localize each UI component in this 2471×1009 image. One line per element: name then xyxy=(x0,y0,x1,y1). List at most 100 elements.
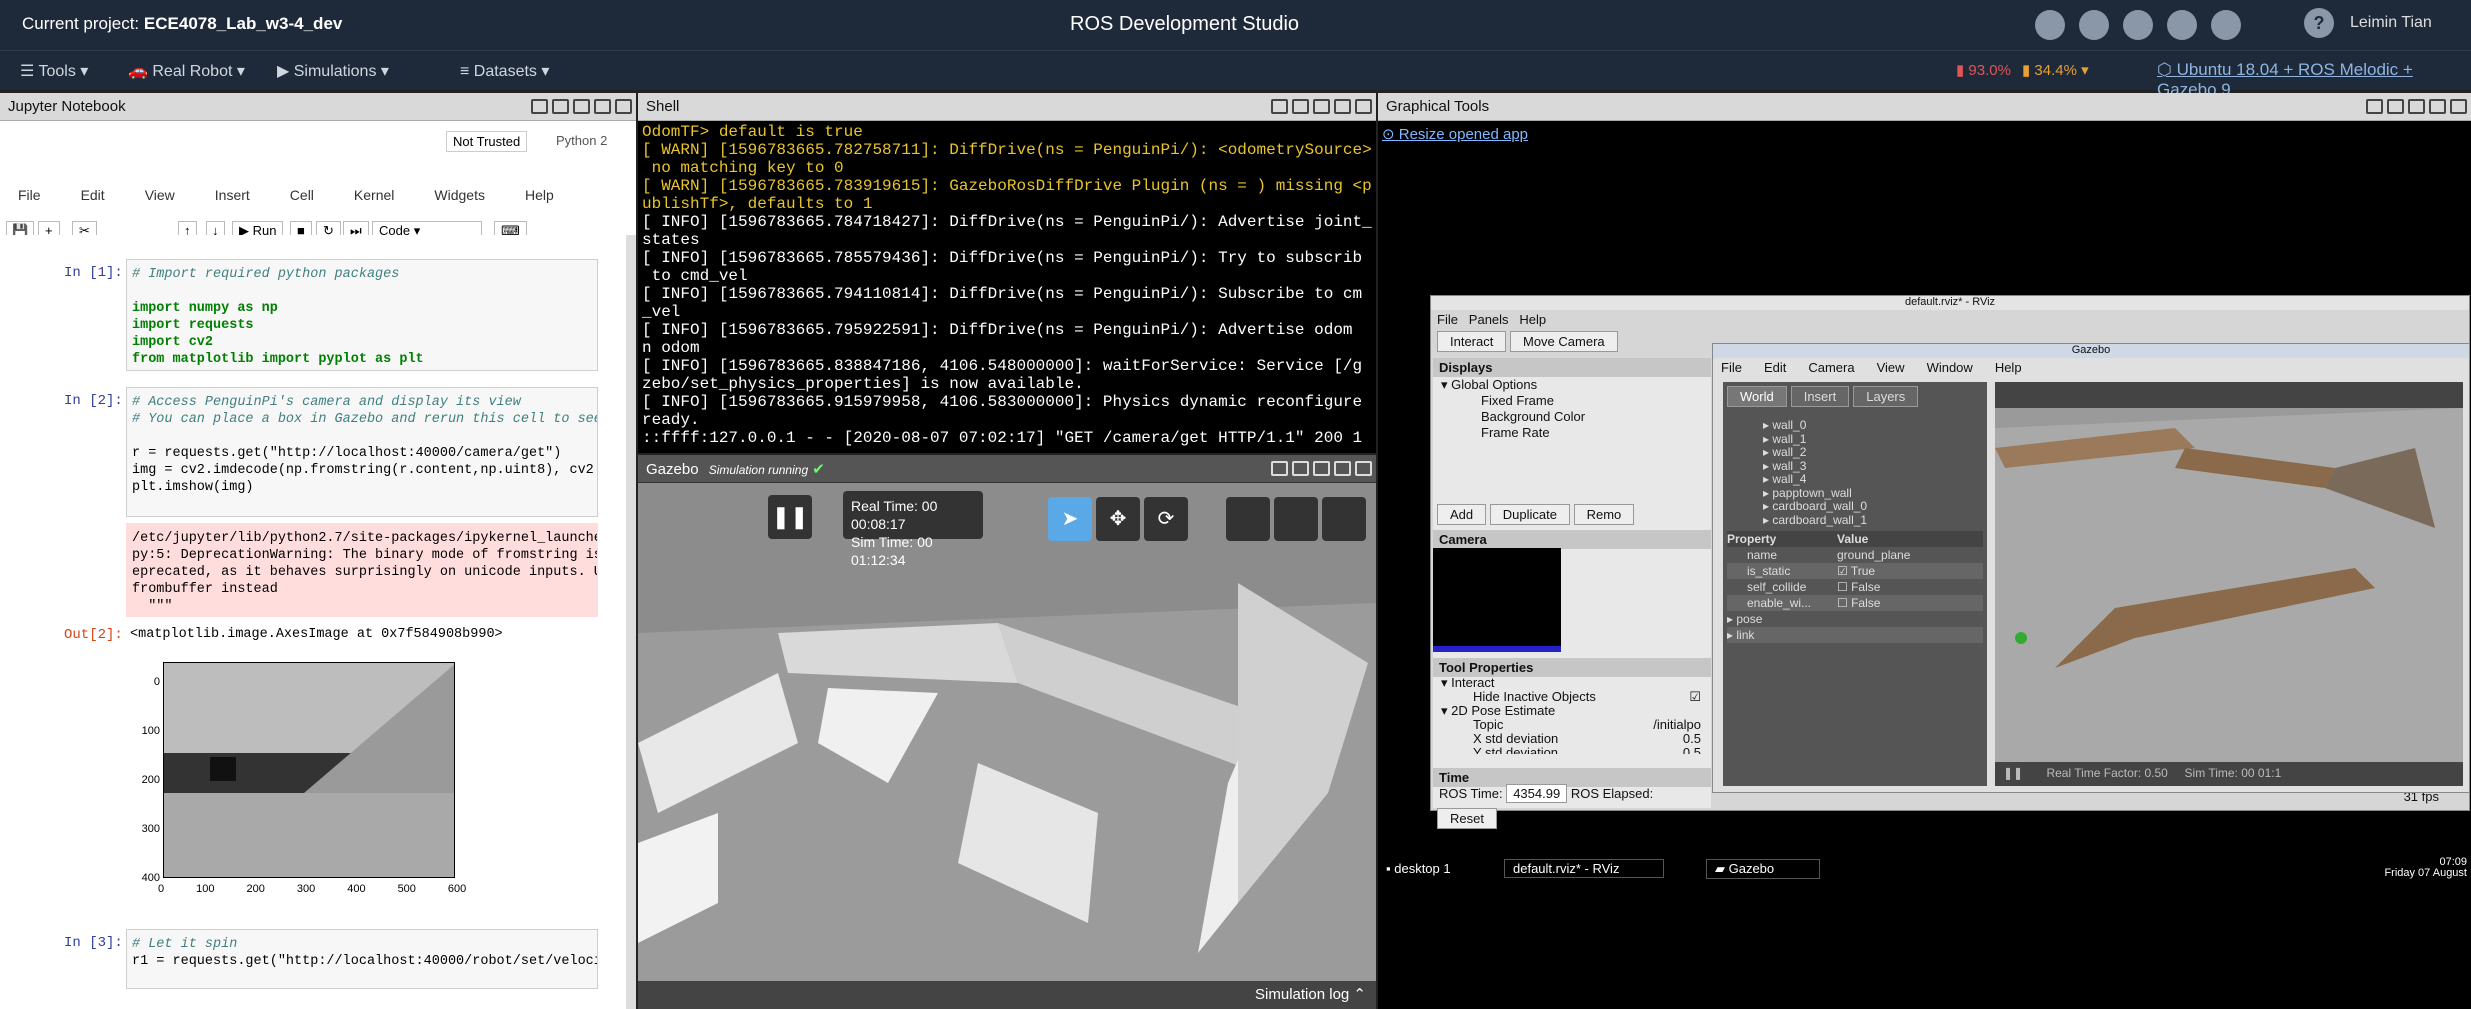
help-icon[interactable]: ? xyxy=(2304,8,2334,38)
cell-prompt: In [3]: xyxy=(64,935,123,951)
code-cell-1[interactable]: # Import required python packages import… xyxy=(126,259,598,371)
interact-tool[interactable]: Interact xyxy=(1437,331,1507,352)
rviz-menu: File Panels Help xyxy=(1437,312,1547,327)
maximize-icon[interactable] xyxy=(2429,99,2446,114)
desktop-label[interactable]: ▪ desktop 1 xyxy=(1386,861,1451,876)
menu-help[interactable]: Help xyxy=(525,187,554,203)
maximize-icon[interactable] xyxy=(1334,461,1351,476)
minimize-icon[interactable] xyxy=(2408,99,2425,114)
not-trusted-button[interactable]: Not Trusted xyxy=(446,131,528,152)
notebook-body[interactable]: In [1]: # Import required python package… xyxy=(0,235,626,1009)
gazebo-panel: Gazebo Simulation running ✔ ❚❚ Real Time… xyxy=(638,455,1376,1009)
sphere-shape-icon[interactable] xyxy=(1274,497,1318,541)
popout-icon[interactable] xyxy=(1271,99,1288,114)
world-tabs: World Insert Layers xyxy=(1723,382,1987,411)
menu-insert[interactable]: Insert xyxy=(215,187,250,203)
displays-tree[interactable]: ▾ Global Options Fixed Frame Background … xyxy=(1433,377,1711,441)
add-display-button[interactable]: Add xyxy=(1437,504,1487,525)
clock-icon[interactable] xyxy=(2211,10,2241,40)
box-shape-icon[interactable] xyxy=(1226,497,1270,541)
real-robot-menu[interactable]: 🚗 Real Robot ▾ xyxy=(128,61,245,81)
plot-x-ticks: 0 100 200 300 400 500 600 xyxy=(158,883,467,895)
minimize-icon[interactable] xyxy=(1313,461,1330,476)
shell-line: _vel xyxy=(642,303,681,321)
popout-icon[interactable] xyxy=(2366,99,2383,114)
menu-edit[interactable]: Edit xyxy=(81,187,105,203)
shell-line: zebo/set_physics_properties] is now avai… xyxy=(642,375,1084,393)
chat-icon[interactable] xyxy=(2167,10,2197,40)
graphical-tools-title-bar: Graphical Tools xyxy=(1378,93,2471,121)
scene-status-bar: ❚❚ Real Time Factor: 0.50 Sim Time: 00 0… xyxy=(1995,762,2463,786)
gazebo-title-bar: Gazebo Simulation running ✔ xyxy=(638,455,1376,483)
remove-button[interactable]: Remo xyxy=(1573,504,1635,525)
menu-view[interactable]: View xyxy=(145,187,175,203)
code-cell-2[interactable]: # Access PenguinPi's camera and display … xyxy=(126,387,598,517)
refresh-icon[interactable] xyxy=(1292,461,1309,476)
menu-cell[interactable]: Cell xyxy=(290,187,314,203)
save-icon[interactable] xyxy=(2035,10,2065,40)
menu-file[interactable]: File xyxy=(18,187,41,203)
shell-line: no matching key to 0 xyxy=(642,159,844,177)
reset-button[interactable]: Reset xyxy=(1437,808,1497,829)
taskbar-rviz[interactable]: default.rviz* - RViz xyxy=(1504,859,1664,878)
shell-panel[interactable]: Shell OdomTF> default is true[ WARN] [15… xyxy=(638,93,1376,453)
gazebo-scene-view[interactable]: ❚❚ Real Time Factor: 0.50 Sim Time: 00 0… xyxy=(1995,382,2463,786)
jupyter-title-bar: Jupyter Notebook xyxy=(0,93,636,121)
notebook-menu: File Edit View Insert Cell Kernel Widgets Help xyxy=(18,187,594,203)
stderr-output: /etc/jupyter/lib/python2.7/site-packages… xyxy=(126,523,598,617)
popout-icon[interactable] xyxy=(531,99,548,114)
kernel-indicator: Python 2 xyxy=(556,133,608,148)
output-text: <matplotlib.image.AxesImage at 0x7f58490… xyxy=(130,627,503,642)
taskbar-gazebo[interactable]: ▰ Gazebo xyxy=(1706,859,1820,879)
refresh-icon[interactable] xyxy=(1292,99,1309,114)
rotate-mode-icon[interactable]: ⟳ xyxy=(1144,497,1188,541)
maximize-icon[interactable] xyxy=(594,99,611,114)
app-title: ROS Development Studio xyxy=(1070,13,1300,35)
tools-menu[interactable]: ☰ Tools ▾ xyxy=(20,61,88,81)
duplicate-button[interactable]: Duplicate xyxy=(1489,504,1570,525)
refresh-icon[interactable] xyxy=(2387,99,2404,114)
graduation-cap-icon[interactable] xyxy=(2123,10,2153,40)
move-camera-tool[interactable]: Move Camera xyxy=(1509,331,1618,352)
simulation-log-toggle[interactable]: Simulation log ⌃ xyxy=(638,981,1376,1009)
refresh-icon[interactable] xyxy=(552,99,569,114)
cell-prompt: In [2]: xyxy=(64,393,123,409)
shell-line: [ INFO] [1596783665.785579436]: DiffDriv… xyxy=(642,249,1363,267)
minimize-icon[interactable] xyxy=(573,99,590,114)
maximize-icon[interactable] xyxy=(1334,99,1351,114)
menu-kernel[interactable]: Kernel xyxy=(354,187,394,203)
close-icon[interactable] xyxy=(1355,99,1372,114)
popout-icon[interactable] xyxy=(1271,461,1288,476)
close-icon[interactable] xyxy=(2450,99,2467,114)
pause-button[interactable]: ❚❚ xyxy=(768,495,812,539)
shell-line: ::ffff:127.0.0.1 - - [2020-08-07 07:02:1… xyxy=(642,429,1363,447)
scrollbar[interactable] xyxy=(626,235,636,1009)
shell-line: states xyxy=(642,231,700,249)
simulations-menu[interactable]: ▶ Simulations ▾ xyxy=(277,61,389,81)
shell-line: OdomTF> default is true xyxy=(642,123,863,141)
code-cell-3[interactable]: # Let it spin r1 = requests.get("http://… xyxy=(126,929,598,989)
shell-line: [ INFO] [1596783665.784718427]: DiffDriv… xyxy=(642,213,1372,231)
memory-usage[interactable]: ▮ 34.4% ▾ xyxy=(2022,61,2089,79)
current-project: Current project: ECE4078_Lab_w3-4_dev xyxy=(22,14,343,33)
globe-icon[interactable] xyxy=(2079,10,2109,40)
cylinder-shape-icon[interactable] xyxy=(1322,497,1366,541)
gazebo-3d-view[interactable] xyxy=(638,483,1376,1009)
shell-line: n odom xyxy=(642,339,700,357)
menu-widgets[interactable]: Widgets xyxy=(434,187,485,203)
close-icon[interactable] xyxy=(1355,461,1372,476)
model-tree[interactable]: ▸ wall_0 ▸ wall_1 ▸ wall_2 ▸ wall_3 ▸ wall_4… xyxy=(1723,411,1987,527)
tool-properties-tree[interactable]: ▾ Interact Hide Inactive Objects ☑ ▾ 2D … xyxy=(1441,676,1701,755)
property-table[interactable]: Property Value name ground_plane is_static… xyxy=(1727,531,1983,643)
user-menu[interactable]: Leimin Tian xyxy=(2350,14,2432,32)
project-name[interactable]: ECE4078_Lab_w3-4_dev xyxy=(144,14,342,33)
desktop-taskbar: ▪ desktop 1 default.rviz* - RViz ▰ Gazeb… xyxy=(1378,857,2471,881)
minimize-icon[interactable] xyxy=(1313,99,1330,114)
shell-line: ublishTf>, defaults to 1 xyxy=(642,195,873,213)
resize-app-link[interactable]: ⊙ Resize opened app xyxy=(1382,125,1528,143)
plot-y-ticks: 0 100 200 300 400 xyxy=(141,676,160,884)
translate-mode-icon[interactable]: ✥ xyxy=(1096,497,1140,541)
close-icon[interactable] xyxy=(615,99,632,114)
select-mode-icon[interactable]: ➤ xyxy=(1048,497,1092,541)
datasets-menu[interactable]: ≡ Datasets ▾ xyxy=(460,61,549,81)
